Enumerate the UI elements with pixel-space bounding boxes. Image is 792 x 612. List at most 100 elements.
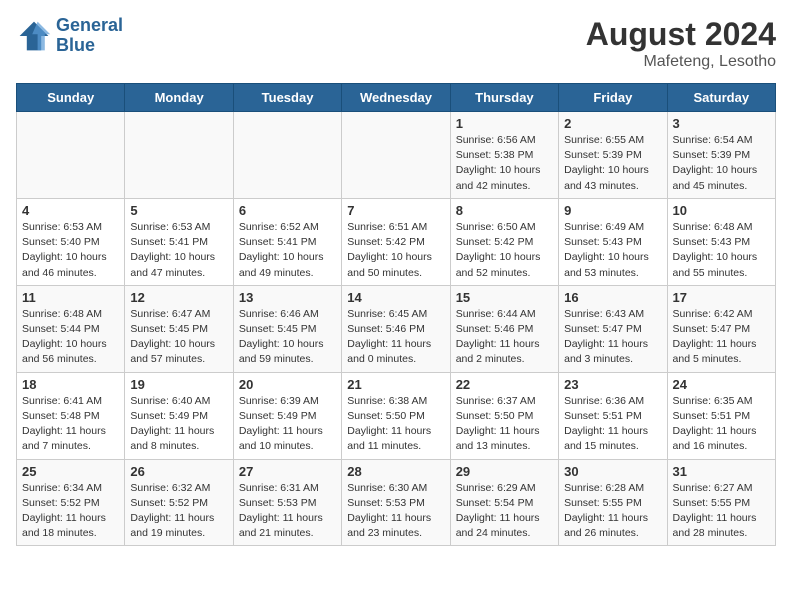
day-number: 26: [130, 464, 227, 479]
calendar-cell: 13Sunrise: 6:46 AM Sunset: 5:45 PM Dayli…: [233, 285, 341, 372]
calendar-table: SundayMondayTuesdayWednesdayThursdayFrid…: [16, 83, 776, 546]
calendar-cell: 27 Sunrise: 6:31 AM Sunset: 5:53 PM Dayli…: [233, 459, 341, 546]
day-info: Sunrise: 6:44 AM Sunset: 5:46 PM Dayligh…: [456, 307, 553, 368]
weekday-header-cell: Monday: [125, 84, 233, 112]
day-number: 29: [456, 464, 553, 479]
day-number: 23: [564, 377, 661, 392]
calendar-cell: 10Sunrise: 6:48 AM Sunset: 5:43 PM Dayli…: [667, 198, 775, 285]
weekday-header-cell: Sunday: [17, 84, 125, 112]
day-info: Sunrise: 6:39 AM Sunset: 5:49 PM Dayligh…: [239, 394, 336, 455]
calendar-week-row: 18 Sunrise: 6:41 AM Sunset: 5:48 PM Dayli…: [17, 372, 776, 459]
day-info: Sunrise: 6:48 AM Sunset: 5:44 PM Dayligh…: [22, 307, 119, 368]
calendar-cell: 21Sunrise: 6:38 AM Sunset: 5:50 PM Dayli…: [342, 372, 450, 459]
page-header: General Blue August 2024 Mafeteng, Lesot…: [16, 16, 776, 71]
logo-icon: [16, 18, 52, 54]
calendar-cell: 12 Sunrise: 6:47 AM Sunset: 5:45 PM Dayli…: [125, 285, 233, 372]
day-number: 21: [347, 377, 444, 392]
calendar-cell: 7Sunrise: 6:51 AM Sunset: 5:42 PM Daylig…: [342, 198, 450, 285]
day-number: 7: [347, 203, 444, 218]
day-number: 20: [239, 377, 336, 392]
day-info: Sunrise: 6:42 AM Sunset: 5:47 PM Dayligh…: [673, 307, 770, 368]
day-number: 8: [456, 203, 553, 218]
day-number: 2: [564, 116, 661, 131]
calendar-cell: 18 Sunrise: 6:41 AM Sunset: 5:48 PM Dayli…: [17, 372, 125, 459]
calendar-cell: 14Sunrise: 6:45 AM Sunset: 5:46 PM Dayli…: [342, 285, 450, 372]
calendar-cell: 16 Sunrise: 6:43 AM Sunset: 5:47 PM Dayli…: [559, 285, 667, 372]
day-info: Sunrise: 6:41 AM Sunset: 5:48 PM Dayligh…: [22, 394, 119, 455]
day-info: Sunrise: 6:47 AM Sunset: 5:45 PM Dayligh…: [130, 307, 227, 368]
day-number: 16: [564, 290, 661, 305]
day-info: Sunrise: 6:50 AM Sunset: 5:42 PM Dayligh…: [456, 220, 553, 281]
day-number: 6: [239, 203, 336, 218]
calendar-week-row: 4 Sunrise: 6:53 AM Sunset: 5:40 PM Daylig…: [17, 198, 776, 285]
day-info: Sunrise: 6:55 AM Sunset: 5:39 PM Dayligh…: [564, 133, 661, 194]
location: Mafeteng, Lesotho: [586, 53, 776, 71]
calendar-cell: 19 Sunrise: 6:40 AM Sunset: 5:49 PM Dayli…: [125, 372, 233, 459]
logo-line1: General: [56, 15, 123, 35]
calendar-cell: 8 Sunrise: 6:50 AM Sunset: 5:42 PM Daylig…: [450, 198, 558, 285]
day-number: 24: [673, 377, 770, 392]
weekday-header-cell: Friday: [559, 84, 667, 112]
day-number: 30: [564, 464, 661, 479]
day-info: Sunrise: 6:52 AM Sunset: 5:41 PM Dayligh…: [239, 220, 336, 281]
calendar-week-row: 1 Sunrise: 6:56 AM Sunset: 5:38 PM Daylig…: [17, 112, 776, 199]
calendar-cell: 17Sunrise: 6:42 AM Sunset: 5:47 PM Dayli…: [667, 285, 775, 372]
day-info: Sunrise: 6:56 AM Sunset: 5:38 PM Dayligh…: [456, 133, 553, 194]
day-info: Sunrise: 6:31 AM Sunset: 5:53 PM Dayligh…: [239, 481, 336, 542]
day-number: 1: [456, 116, 553, 131]
calendar-cell: 24 Sunrise: 6:35 AM Sunset: 5:51 PM Dayli…: [667, 372, 775, 459]
day-info: Sunrise: 6:46 AM Sunset: 5:45 PM Dayligh…: [239, 307, 336, 368]
logo: General Blue: [16, 16, 123, 56]
day-info: Sunrise: 6:49 AM Sunset: 5:43 PM Dayligh…: [564, 220, 661, 281]
logo-line2: Blue: [56, 35, 95, 55]
day-info: Sunrise: 6:27 AM Sunset: 5:55 PM Dayligh…: [673, 481, 770, 542]
day-info: Sunrise: 6:35 AM Sunset: 5:51 PM Dayligh…: [673, 394, 770, 455]
calendar-cell: 22 Sunrise: 6:37 AM Sunset: 5:50 PM Dayli…: [450, 372, 558, 459]
day-number: 27: [239, 464, 336, 479]
day-info: Sunrise: 6:53 AM Sunset: 5:40 PM Dayligh…: [22, 220, 119, 281]
calendar-cell: 2 Sunrise: 6:55 AM Sunset: 5:39 PM Daylig…: [559, 112, 667, 199]
title-block: August 2024 Mafeteng, Lesotho: [586, 16, 776, 71]
day-number: 10: [673, 203, 770, 218]
day-info: Sunrise: 6:32 AM Sunset: 5:52 PM Dayligh…: [130, 481, 227, 542]
day-number: 9: [564, 203, 661, 218]
calendar-cell: 6 Sunrise: 6:52 AM Sunset: 5:41 PM Daylig…: [233, 198, 341, 285]
day-number: 15: [456, 290, 553, 305]
day-number: 19: [130, 377, 227, 392]
calendar-cell: 5Sunrise: 6:53 AM Sunset: 5:41 PM Daylig…: [125, 198, 233, 285]
calendar-cell: 23 Sunrise: 6:36 AM Sunset: 5:51 PM Dayli…: [559, 372, 667, 459]
day-number: 22: [456, 377, 553, 392]
day-info: Sunrise: 6:37 AM Sunset: 5:50 PM Dayligh…: [456, 394, 553, 455]
calendar-cell: 15 Sunrise: 6:44 AM Sunset: 5:46 PM Dayli…: [450, 285, 558, 372]
calendar-cell: 30 Sunrise: 6:28 AM Sunset: 5:55 PM Dayli…: [559, 459, 667, 546]
day-info: Sunrise: 6:30 AM Sunset: 5:53 PM Dayligh…: [347, 481, 444, 542]
calendar-week-row: 25Sunrise: 6:34 AM Sunset: 5:52 PM Dayli…: [17, 459, 776, 546]
calendar-cell: 26 Sunrise: 6:32 AM Sunset: 5:52 PM Dayli…: [125, 459, 233, 546]
day-number: 12: [130, 290, 227, 305]
calendar-cell: [233, 112, 341, 199]
day-number: 31: [673, 464, 770, 479]
weekday-header-cell: Wednesday: [342, 84, 450, 112]
day-number: 28: [347, 464, 444, 479]
calendar-cell: 4 Sunrise: 6:53 AM Sunset: 5:40 PM Daylig…: [17, 198, 125, 285]
calendar-cell: 11 Sunrise: 6:48 AM Sunset: 5:44 PM Dayli…: [17, 285, 125, 372]
calendar-cell: 29Sunrise: 6:29 AM Sunset: 5:54 PM Dayli…: [450, 459, 558, 546]
day-info: Sunrise: 6:45 AM Sunset: 5:46 PM Dayligh…: [347, 307, 444, 368]
weekday-header-cell: Tuesday: [233, 84, 341, 112]
day-number: 18: [22, 377, 119, 392]
logo-text: General Blue: [56, 16, 123, 56]
day-info: Sunrise: 6:43 AM Sunset: 5:47 PM Dayligh…: [564, 307, 661, 368]
day-number: 11: [22, 290, 119, 305]
calendar-cell: 25Sunrise: 6:34 AM Sunset: 5:52 PM Dayli…: [17, 459, 125, 546]
day-info: Sunrise: 6:54 AM Sunset: 5:39 PM Dayligh…: [673, 133, 770, 194]
day-number: 25: [22, 464, 119, 479]
day-number: 4: [22, 203, 119, 218]
calendar-cell: 28 Sunrise: 6:30 AM Sunset: 5:53 PM Dayli…: [342, 459, 450, 546]
day-info: Sunrise: 6:40 AM Sunset: 5:49 PM Dayligh…: [130, 394, 227, 455]
calendar-cell: [125, 112, 233, 199]
calendar-cell: 9 Sunrise: 6:49 AM Sunset: 5:43 PM Daylig…: [559, 198, 667, 285]
day-info: Sunrise: 6:28 AM Sunset: 5:55 PM Dayligh…: [564, 481, 661, 542]
weekday-header-cell: Saturday: [667, 84, 775, 112]
day-info: Sunrise: 6:36 AM Sunset: 5:51 PM Dayligh…: [564, 394, 661, 455]
calendar-cell: 20 Sunrise: 6:39 AM Sunset: 5:49 PM Dayli…: [233, 372, 341, 459]
